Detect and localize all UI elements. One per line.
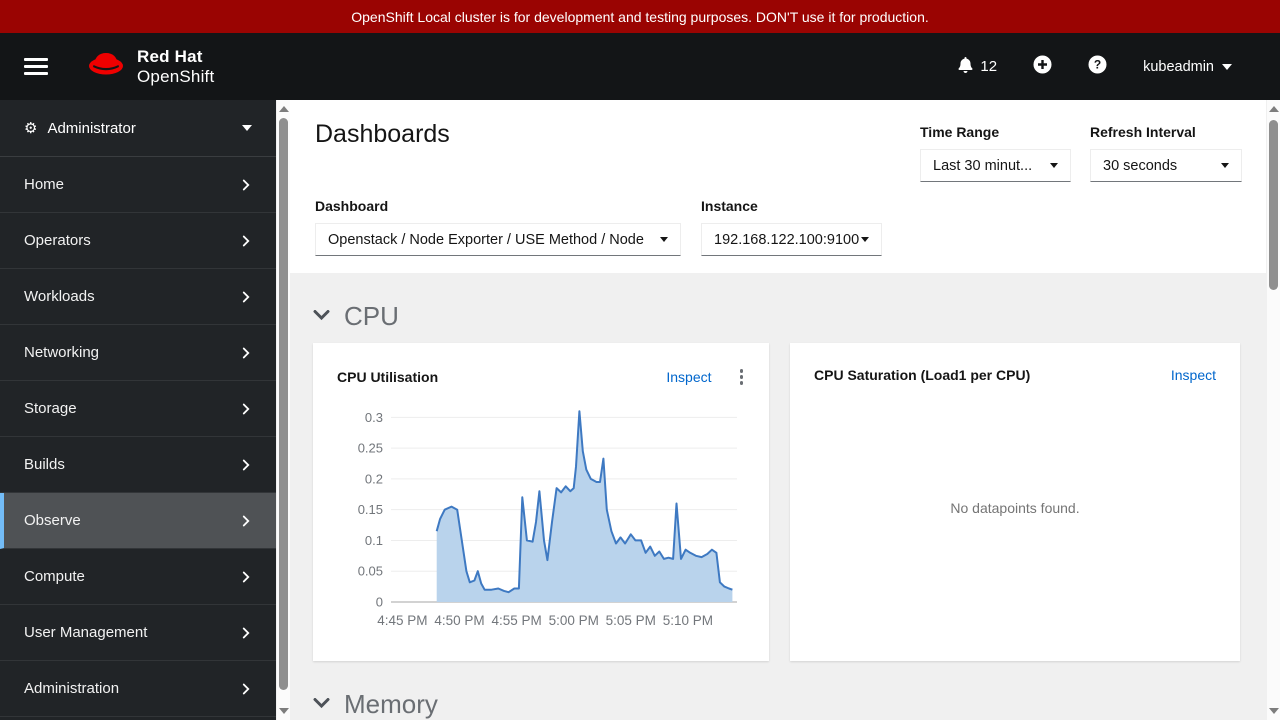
cogs-icon: ⚙: [24, 119, 37, 137]
hamburger-menu-icon[interactable]: [24, 58, 48, 75]
svg-text:0.15: 0.15: [358, 502, 383, 517]
section-title: CPU: [344, 301, 399, 332]
caret-down-icon: [1050, 163, 1058, 168]
card-title: CPU Saturation (Load1 per CPU): [814, 367, 1030, 383]
dashboard-label: Dashboard: [315, 198, 681, 214]
main-scrollbar[interactable]: [1266, 100, 1280, 720]
sidebar-item-observe[interactable]: Observe: [0, 493, 276, 549]
section-header-cpu[interactable]: CPU: [313, 301, 1243, 332]
perspective-label: Administrator: [47, 120, 135, 137]
sidebar-nav: ⚙ Administrator Home Operators Workloads…: [0, 100, 276, 720]
redhat-openshift-logo: Red Hat OpenShift: [84, 47, 214, 86]
sidebar-item-administration[interactable]: Administration: [0, 661, 276, 717]
main-content: Dashboards Time Range Last 30 minut... R…: [290, 100, 1266, 720]
svg-text:0: 0: [376, 594, 383, 609]
svg-text:5:05 PM: 5:05 PM: [606, 613, 656, 628]
redhat-fedora-icon: [84, 49, 128, 85]
dashboard-select[interactable]: Openstack / Node Exporter / USE Method /…: [315, 223, 681, 256]
chevron-right-icon: [240, 627, 252, 639]
svg-text:5:00 PM: 5:00 PM: [549, 613, 599, 628]
sidebar-item-networking[interactable]: Networking: [0, 325, 276, 381]
svg-text:4:50 PM: 4:50 PM: [434, 613, 484, 628]
svg-text:0.05: 0.05: [358, 563, 383, 578]
page-title: Dashboards: [315, 120, 450, 149]
chevron-right-icon: [240, 179, 252, 191]
perspective-switcher[interactable]: ⚙ Administrator: [0, 100, 276, 157]
sidebar-scrollbar[interactable]: [276, 100, 290, 720]
svg-text:0.25: 0.25: [358, 440, 383, 455]
chevron-right-icon: [240, 403, 252, 415]
kebab-menu-icon[interactable]: [738, 367, 746, 387]
chevron-right-icon: [240, 459, 252, 471]
chevron-right-icon: [240, 291, 252, 303]
sidebar-item-builds[interactable]: Builds: [0, 437, 276, 493]
chevron-down-icon: [1222, 64, 1232, 70]
help-button[interactable]: ?: [1088, 55, 1107, 79]
sidebar-item-compute[interactable]: Compute: [0, 549, 276, 605]
dev-warning-banner: OpenShift Local cluster is for developme…: [0, 0, 1280, 33]
svg-text:?: ?: [1094, 57, 1101, 71]
time-range-select[interactable]: Last 30 minut...: [920, 149, 1071, 182]
sidebar-item-user-management[interactable]: User Management: [0, 605, 276, 661]
chevron-right-icon: [240, 683, 252, 695]
svg-text:4:55 PM: 4:55 PM: [491, 613, 541, 628]
time-range-label: Time Range: [920, 124, 1071, 140]
user-menu[interactable]: kubeadmin: [1143, 59, 1232, 75]
caret-down-icon: [242, 125, 252, 131]
inspect-link[interactable]: Inspect: [1171, 367, 1216, 383]
masthead: Red Hat OpenShift 12 ? kubeadmin: [0, 33, 1280, 100]
section-header-memory[interactable]: Memory: [313, 689, 1243, 720]
cpu-utilisation-card: CPU Utilisation Inspect 00.050.10.150.20…: [313, 343, 769, 661]
refresh-interval-select[interactable]: 30 seconds: [1090, 149, 1242, 182]
chevron-down-icon: [313, 308, 330, 326]
instance-select[interactable]: 192.168.122.100:9100: [701, 223, 882, 256]
card-title: CPU Utilisation: [337, 369, 438, 385]
caret-down-icon: [1221, 163, 1229, 168]
logo-text: Red Hat OpenShift: [137, 47, 214, 86]
scrollbar-thumb[interactable]: [279, 118, 288, 690]
svg-text:4:45 PM: 4:45 PM: [377, 613, 427, 628]
page-header: Dashboards Time Range Last 30 minut... R…: [290, 100, 1266, 273]
sidebar-item-operators[interactable]: Operators: [0, 213, 276, 269]
svg-text:5:10 PM: 5:10 PM: [663, 613, 713, 628]
scrollbar-thumb[interactable]: [1269, 120, 1278, 290]
chevron-right-icon: [240, 571, 252, 583]
user-name: kubeadmin: [1143, 59, 1214, 75]
bell-icon: [958, 57, 973, 77]
chevron-right-icon: [240, 235, 252, 247]
no-datapoints-message: No datapoints found.: [790, 383, 1240, 633]
caret-down-icon: [861, 237, 869, 242]
caret-down-icon: [660, 237, 668, 242]
chevron-right-icon: [240, 515, 252, 527]
svg-text:0.1: 0.1: [365, 532, 383, 547]
sidebar-item-storage[interactable]: Storage: [0, 381, 276, 437]
svg-text:0.2: 0.2: [365, 471, 383, 486]
add-button[interactable]: [1033, 55, 1052, 79]
chevron-down-icon: [313, 696, 330, 714]
sidebar-item-workloads[interactable]: Workloads: [0, 269, 276, 325]
notifications-button[interactable]: 12: [958, 57, 997, 77]
section-title: Memory: [344, 689, 438, 720]
inspect-link[interactable]: Inspect: [666, 369, 711, 385]
cpu-utilisation-chart: 0 0.05 0.1 0.15 0.2 0.25 0.3 4:45 PM 4:50 PM 4:55…: [333, 397, 769, 654]
scroll-down-icon[interactable]: [279, 708, 289, 714]
sidebar-item-home[interactable]: Home: [0, 157, 276, 213]
svg-text:0.3: 0.3: [365, 409, 383, 424]
chevron-right-icon: [240, 347, 252, 359]
scroll-down-icon[interactable]: [1269, 708, 1279, 714]
dashboard-body: CPU CPU Utilisation Inspect 0 0.05 0.1 0.15…: [290, 273, 1266, 720]
dev-warning-text: OpenShift Local cluster is for developme…: [351, 9, 929, 25]
instance-label: Instance: [701, 198, 882, 214]
refresh-interval-label: Refresh Interval: [1090, 124, 1242, 140]
scroll-up-icon[interactable]: [279, 106, 289, 112]
scroll-up-icon[interactable]: [1269, 106, 1279, 112]
notification-count: 12: [980, 58, 997, 75]
cpu-saturation-card: CPU Saturation (Load1 per CPU) Inspect N…: [790, 343, 1240, 661]
